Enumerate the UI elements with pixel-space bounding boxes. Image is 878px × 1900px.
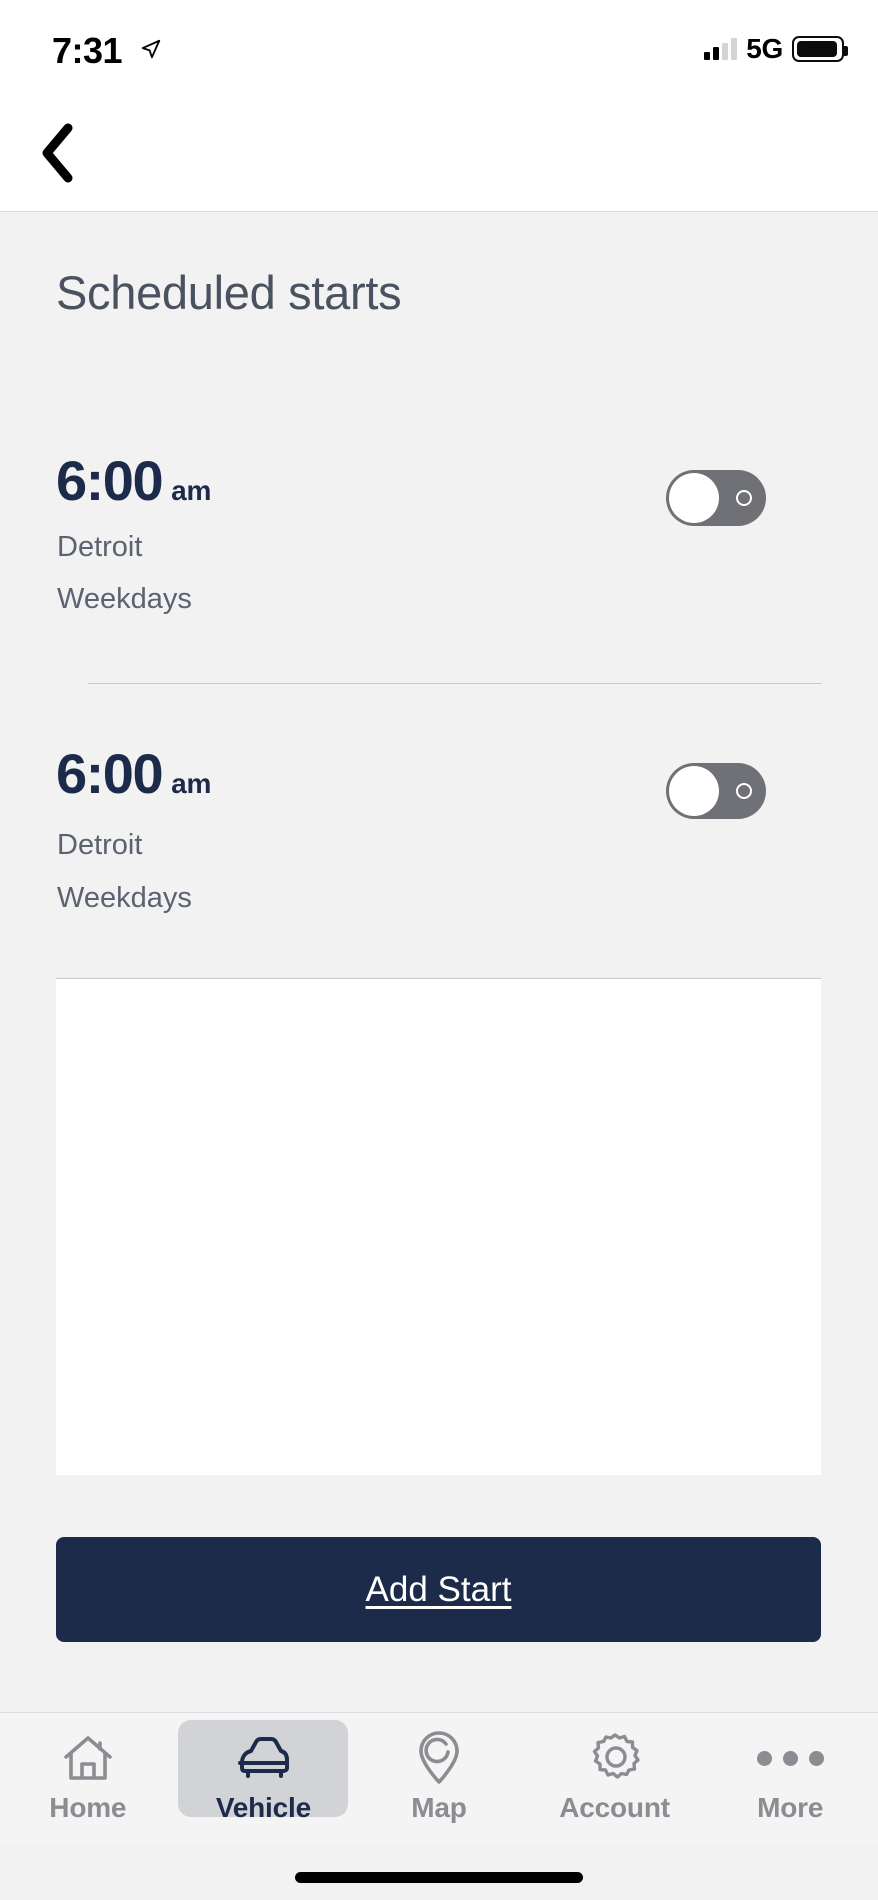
signal-strength-icon	[704, 38, 738, 60]
toggle-knob	[669, 473, 719, 523]
status-bar: 7:31 5G	[0, 0, 878, 95]
tab-home[interactable]: Home	[0, 1713, 176, 1844]
schedule-time-value: 6:00	[56, 449, 164, 512]
network-type-label: 5G	[746, 33, 783, 64]
house-icon	[60, 1730, 116, 1786]
car-icon	[235, 1730, 291, 1786]
schedule-time-meridiem: am	[171, 768, 212, 799]
status-time: 7:31	[52, 30, 123, 71]
back-button[interactable]	[22, 117, 94, 189]
tab-map[interactable]: Map	[351, 1713, 527, 1844]
schedule-toggle-1[interactable]	[666, 470, 766, 526]
bottom-tab-bar: Home Vehicle Map Account More	[0, 1712, 878, 1844]
status-right-cluster: 5G	[704, 33, 848, 65]
tab-label: Account	[559, 1792, 670, 1823]
schedule-time: 6:00 am	[56, 741, 211, 806]
add-start-label: Add Start	[365, 1569, 512, 1609]
tab-label: Vehicle	[215, 1792, 311, 1823]
tab-label: Map	[411, 1792, 467, 1823]
schedule-time: 6:00 am	[56, 448, 211, 513]
tab-label: More	[757, 1792, 824, 1823]
empty-content-panel	[56, 978, 821, 1475]
tab-account[interactable]: Account	[527, 1713, 703, 1844]
home-indicator[interactable]	[295, 1872, 583, 1883]
gear-icon	[587, 1730, 643, 1786]
schedule-time-meridiem: am	[171, 475, 212, 506]
chevron-left-icon	[42, 123, 73, 183]
toggle-knob	[669, 766, 719, 816]
toggle-off-mark-icon	[736, 490, 752, 506]
row-divider	[88, 683, 822, 684]
tab-label: Home	[49, 1792, 127, 1823]
page-title: Scheduled starts	[56, 266, 402, 319]
phone-screen: 7:31 5G Scheduled starts 6:00am Detroit	[0, 0, 878, 1900]
toggle-off-mark-icon	[736, 783, 752, 799]
schedule-time-value: 6:00	[56, 742, 164, 805]
schedule-location: Detroit	[57, 531, 143, 563]
schedule-days: Weekdays	[57, 583, 192, 615]
schedule-toggle-2[interactable]	[666, 763, 766, 819]
ellipsis-icon	[756, 1730, 824, 1786]
tab-vehicle[interactable]: Vehicle	[176, 1713, 352, 1844]
tab-more[interactable]: More	[702, 1713, 878, 1844]
schedule-location: Detroit	[57, 829, 143, 861]
battery-icon	[792, 36, 848, 62]
schedule-days: Weekdays	[57, 882, 192, 914]
add-start-button[interactable]: Add Start	[56, 1537, 821, 1642]
map-pin-icon	[411, 1730, 467, 1786]
nav-bar	[0, 95, 878, 212]
location-arrow-icon	[141, 39, 161, 59]
